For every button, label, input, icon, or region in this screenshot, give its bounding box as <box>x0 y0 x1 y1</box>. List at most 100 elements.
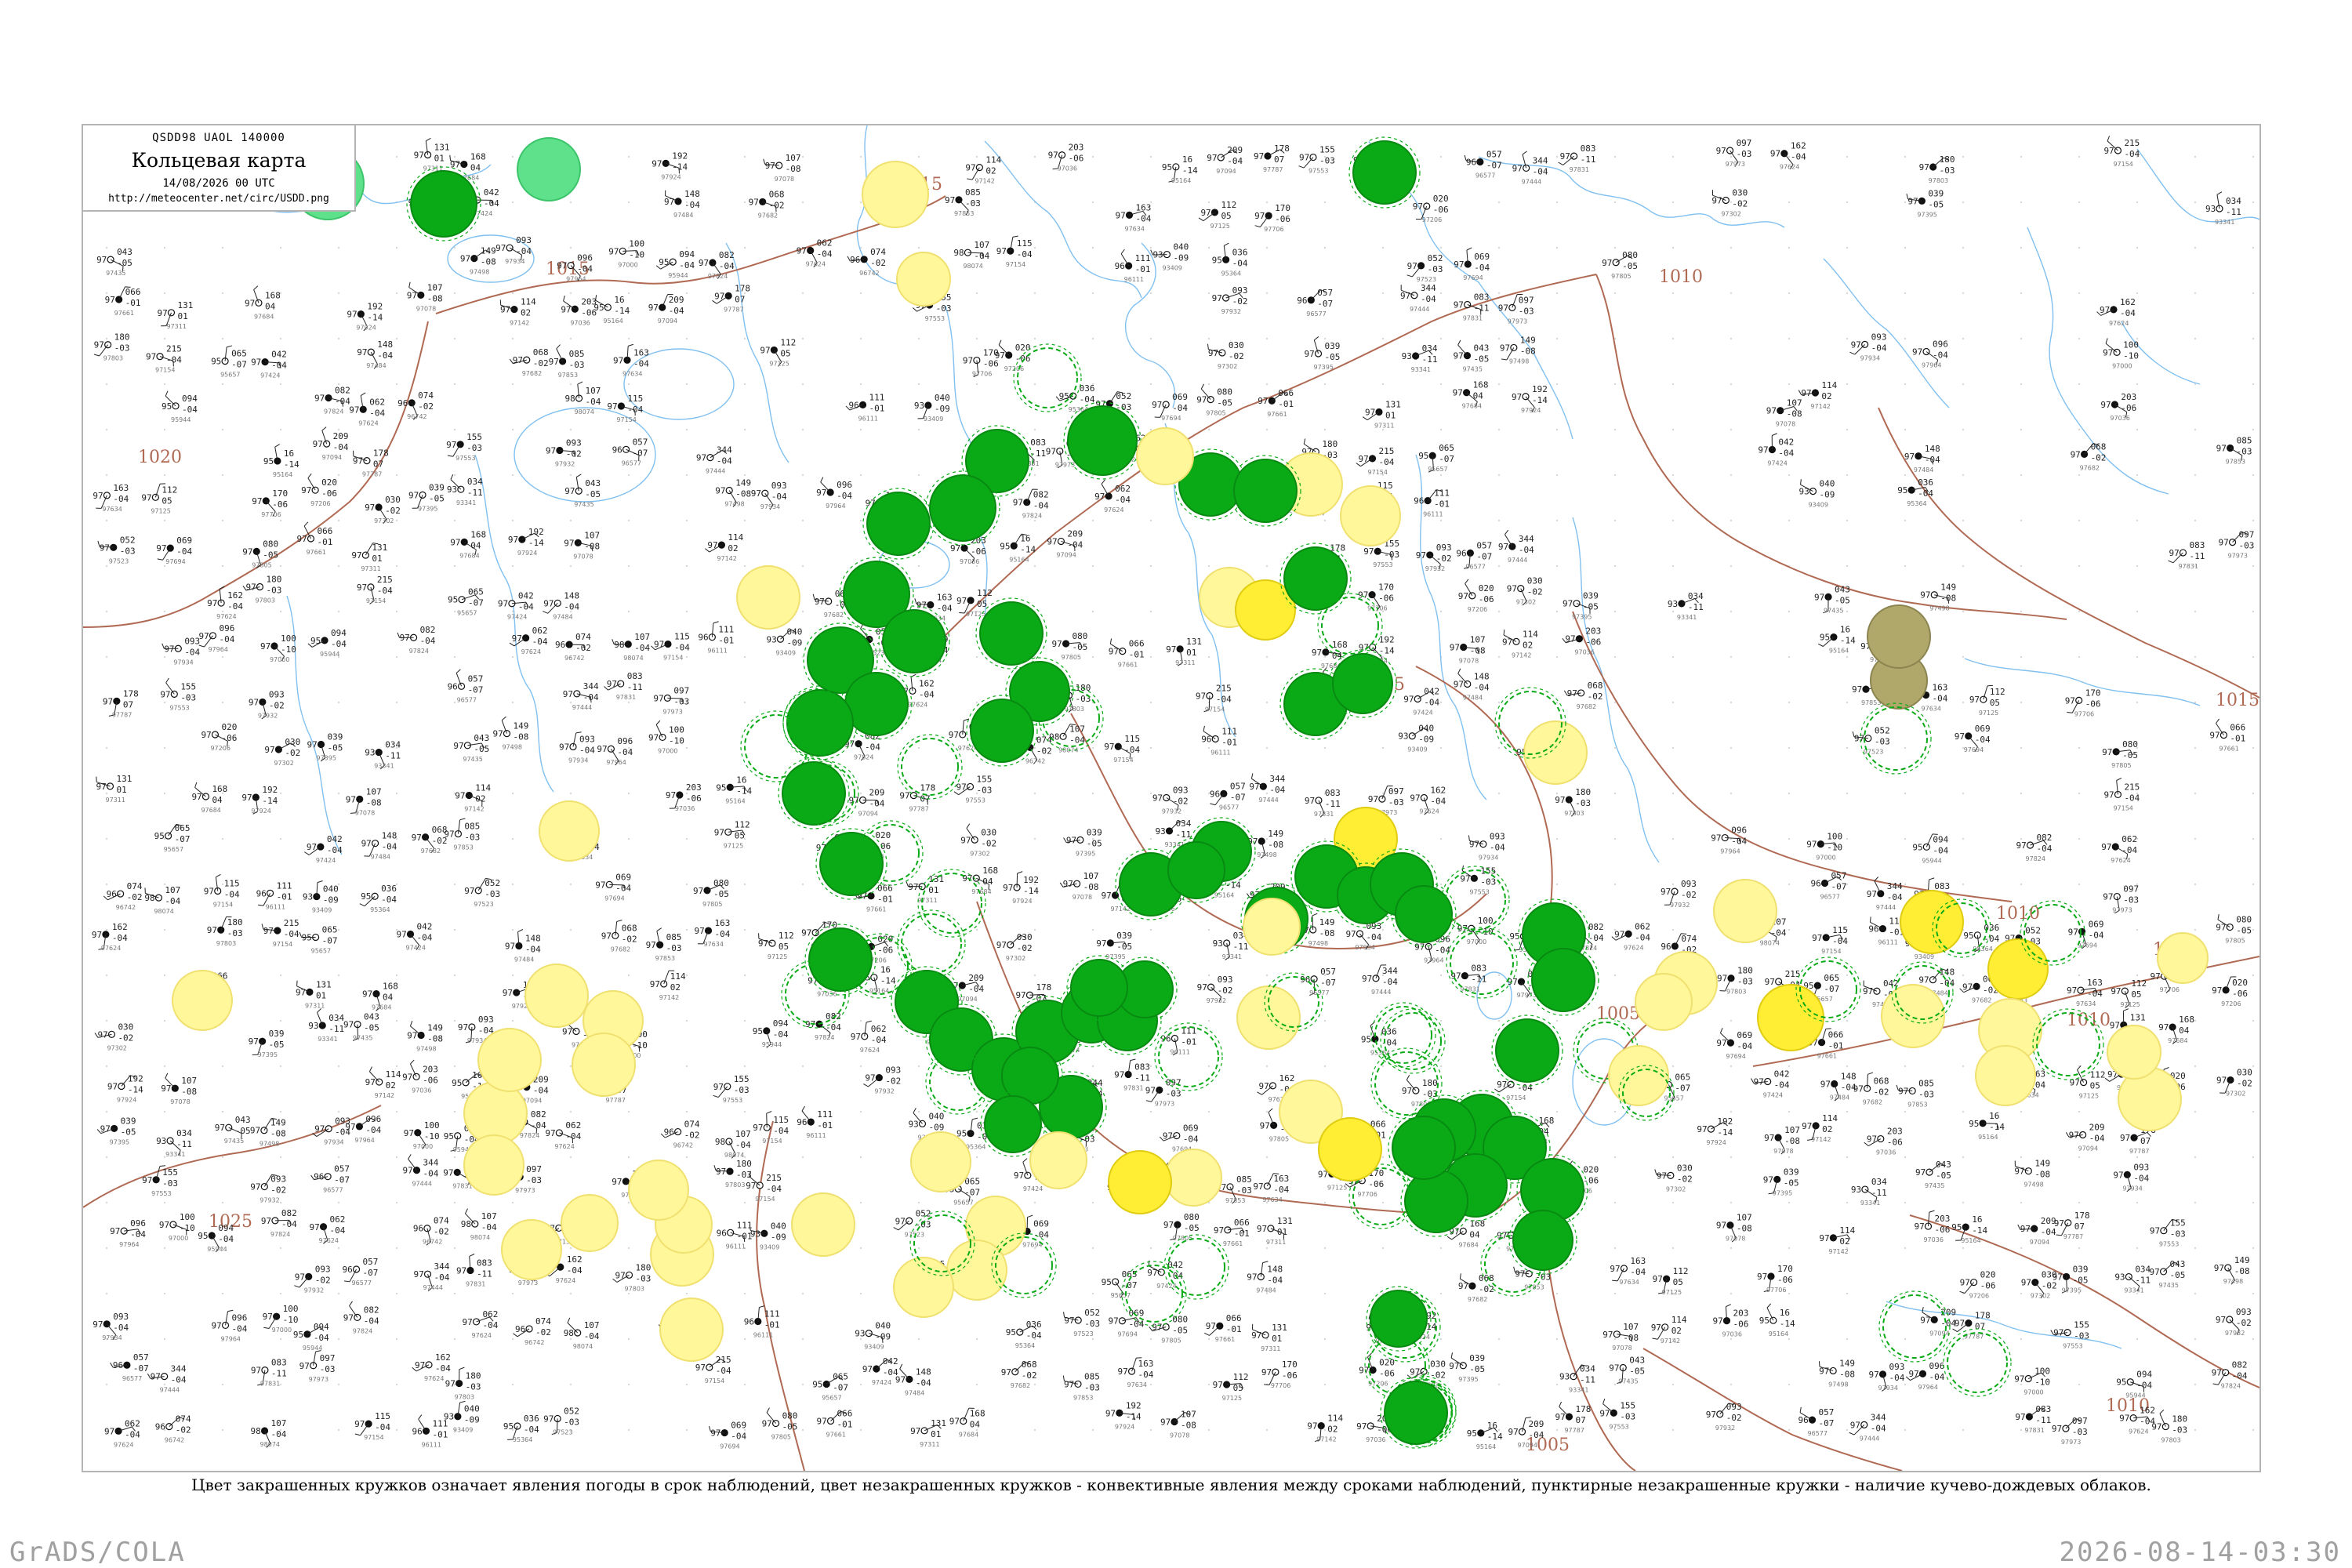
station-temp: 203 <box>1934 1214 1950 1224</box>
station-temp: 148 <box>684 189 700 199</box>
station-temp: 069 <box>1172 392 1188 402</box>
station-plot: 08297-0497824 <box>261 1208 297 1238</box>
station-id: 97424 <box>260 372 280 379</box>
weather-circle <box>1332 653 1393 714</box>
station-dewpoint: -08 <box>2234 1266 2250 1276</box>
station-temp: 068 <box>769 189 785 199</box>
station-dewpoint: -03 <box>2170 1229 2186 1240</box>
station-plot: 34497-0497444 <box>696 445 732 475</box>
station-id: 97498 <box>1308 940 1328 947</box>
station-plot: 03493 -1193341 <box>2114 1265 2151 1294</box>
station-temp: 178 <box>123 688 139 699</box>
station-temp: 057 <box>468 673 484 684</box>
station-temp: 192 <box>128 1073 143 1083</box>
weather-circle <box>1392 1116 1456 1180</box>
station-plot: 20397-0697036 <box>561 295 597 326</box>
station-temp: 057 <box>1317 288 1333 298</box>
station-temp: 097 <box>1519 295 1534 305</box>
wind-barb-flag <box>2212 1383 2219 1385</box>
station-pressure: 96 <box>448 681 458 691</box>
station-pressure: 97 <box>1716 146 1726 156</box>
station-id: 96577 <box>457 696 477 703</box>
station-temp: 180 <box>2172 1414 2187 1425</box>
station-dewpoint: -08 <box>181 1087 197 1097</box>
station-id: 97444 <box>572 704 592 711</box>
station-id: 97206 <box>1969 1293 1989 1300</box>
station-id: 97624 <box>1419 808 1439 815</box>
station-temp: 115 <box>224 879 240 889</box>
station-plot: 04397-0597435 <box>1609 1356 1645 1385</box>
station-id: 97831 <box>466 1280 485 1287</box>
station-temp: 094 <box>2136 1370 2152 1380</box>
station-dewpoint: 04 <box>470 163 481 173</box>
station-temp: 192 <box>1126 1400 1142 1410</box>
station-symbol <box>470 255 478 263</box>
wind-barb <box>622 250 637 252</box>
station-pressure: 97 <box>307 739 318 750</box>
station-id: 97932 <box>1162 808 1181 815</box>
station-id: 97435 <box>463 756 482 763</box>
station-dewpoint: -07 <box>175 834 191 844</box>
station-pressure: 97 <box>2150 1226 2160 1236</box>
station-temp: 080 <box>2236 915 2252 925</box>
station-dewpoint: 01 <box>116 785 126 795</box>
station-dewpoint: -11 <box>328 1024 344 1034</box>
station-pressure: 93 <box>1398 731 1408 742</box>
station-id: 97078 <box>775 176 794 183</box>
station-plot: 11597-0497154 <box>354 1411 390 1441</box>
station-id: 97154 <box>1113 757 1133 764</box>
station-dewpoint: -08 <box>735 489 751 499</box>
station-dewpoint: -07 <box>322 935 338 946</box>
wind-barb-flag <box>459 1367 465 1370</box>
station-dewpoint: -04 <box>1381 1037 1397 1047</box>
station-dewpoint: 07 <box>735 294 745 304</box>
station-dewpoint: 07 <box>1575 1415 1585 1425</box>
station-dewpoint: -04 <box>766 1184 782 1194</box>
station-id: 97094 <box>1518 1442 1537 1449</box>
station-dewpoint: -04 <box>2087 989 2103 999</box>
station-temp: 112 <box>780 337 796 347</box>
station-plot: 21597-0497154 <box>1196 684 1232 713</box>
station-temp: 074 <box>870 247 886 257</box>
wind-barb-flag <box>543 611 548 614</box>
station-plot: 04397-0597435 <box>1915 1160 1951 1189</box>
station-id: 97684 <box>1458 1241 1478 1248</box>
station-temp: 149 <box>1319 917 1335 927</box>
wind-barb-flag <box>1874 877 1879 881</box>
station-id: 97311 <box>105 797 125 804</box>
station-pressure: 97 <box>2119 1414 2129 1424</box>
station-temp: 042 <box>1167 1260 1183 1270</box>
station-dewpoint: -04 <box>1474 263 1490 273</box>
station-dewpoint: -07 <box>1675 1083 1690 1093</box>
wind-barb-flag <box>1652 1338 1658 1340</box>
station-dewpoint: -04 <box>166 355 182 365</box>
station-id: 97624 <box>554 1143 574 1150</box>
station-dewpoint: -04 <box>1871 1423 1886 1433</box>
weather-circle <box>572 1033 636 1097</box>
station-pressure: 97 <box>1253 1181 1263 1192</box>
weather-circle <box>1236 985 1301 1050</box>
station-dewpoint: 01 <box>1385 411 1396 421</box>
station-pressure: 97 <box>1763 1174 1773 1185</box>
station-id: 97142 <box>375 1092 394 1099</box>
wind-barb-flag <box>1501 358 1507 361</box>
station-symbol <box>323 440 331 448</box>
station-pressure: 96 <box>1456 548 1466 558</box>
station-dewpoint: -06 <box>1379 1369 1395 1379</box>
station-id: 95164 <box>1961 1237 1980 1244</box>
station-plot: 168970497684 <box>2158 1014 2194 1044</box>
station-dewpoint: -07 <box>363 1268 379 1278</box>
station-temp: 107 <box>586 386 601 396</box>
station-dewpoint: -04 <box>1128 1319 1144 1330</box>
station-id: 93409 <box>1407 746 1427 753</box>
station-symbol <box>703 887 711 895</box>
station-temp: 039 <box>1784 1167 1799 1177</box>
station-plot: 34497-0497444 <box>1512 151 1548 185</box>
station-pressure: 97 <box>995 350 1005 361</box>
weather-circle <box>1975 1045 2036 1106</box>
station-dewpoint: -03 <box>2074 1331 2089 1341</box>
station-pressure: 97 <box>261 1216 271 1226</box>
station-temp: 178 <box>1036 982 1051 993</box>
station-dewpoint: -04 <box>417 933 433 943</box>
station-plot: 16297-0497624 <box>2096 297 2136 327</box>
